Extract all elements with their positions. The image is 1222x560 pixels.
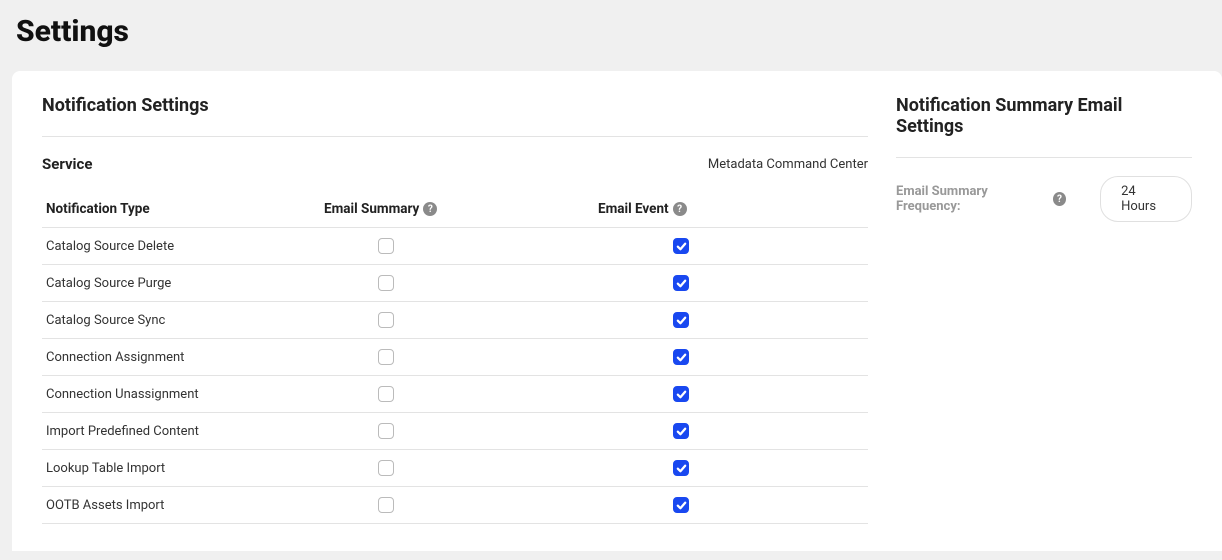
- email-summary-cell: [324, 238, 598, 254]
- email-event-checkbox[interactable]: [673, 460, 689, 476]
- email-event-checkbox[interactable]: [673, 497, 689, 513]
- notification-type-label: Connection Unassignment: [46, 387, 324, 402]
- header-notification-type: Notification Type: [46, 201, 324, 217]
- email-summary-cell: [324, 497, 598, 513]
- email-summary-cell: [324, 386, 598, 402]
- notification-type-label: Catalog Source Delete: [46, 239, 324, 254]
- email-summary-checkbox[interactable]: [378, 460, 394, 476]
- header-email-event: Email Event ?: [598, 201, 864, 217]
- help-icon[interactable]: ?: [423, 202, 437, 216]
- email-summary-cell: [324, 275, 598, 291]
- settings-card: Notification Settings Service Metadata C…: [12, 71, 1222, 551]
- email-summary-checkbox[interactable]: [378, 423, 394, 439]
- frequency-row: Email Summary Frequency: ? 24 Hours: [896, 176, 1192, 222]
- email-summary-cell: [324, 312, 598, 328]
- help-icon[interactable]: ?: [1053, 192, 1066, 206]
- email-event-cell: [598, 386, 864, 402]
- notification-type-label: Connection Assignment: [46, 350, 324, 365]
- summary-email-settings-panel: Notification Summary Email Settings Emai…: [896, 95, 1192, 551]
- header-email-event-label: Email Event: [598, 201, 669, 217]
- summary-email-settings-heading: Notification Summary Email Settings: [896, 95, 1192, 137]
- notification-type-label: Import Predefined Content: [46, 424, 324, 439]
- service-row: Service Metadata Command Center: [42, 155, 868, 173]
- help-icon[interactable]: ?: [673, 202, 687, 216]
- email-event-cell: [598, 312, 864, 328]
- email-event-cell: [598, 275, 864, 291]
- header-email-summary: Email Summary ?: [324, 201, 598, 217]
- email-summary-checkbox[interactable]: [378, 349, 394, 365]
- email-event-checkbox[interactable]: [673, 349, 689, 365]
- email-summary-cell: [324, 349, 598, 365]
- table-body: Catalog Source Delete Catalog Source Purg…: [42, 228, 868, 524]
- table-row: Connection Assignment: [42, 339, 868, 376]
- notification-type-label: Lookup Table Import: [46, 461, 324, 476]
- email-event-checkbox[interactable]: [673, 238, 689, 254]
- divider: [896, 157, 1192, 158]
- email-summary-checkbox[interactable]: [378, 238, 394, 254]
- email-event-checkbox[interactable]: [673, 423, 689, 439]
- frequency-select[interactable]: 24 Hours: [1100, 176, 1192, 222]
- table-row: Catalog Source Delete: [42, 228, 868, 265]
- email-event-cell: [598, 423, 864, 439]
- notification-type-label: Catalog Source Sync: [46, 313, 324, 328]
- frequency-label: Email Summary Frequency:: [896, 184, 1047, 214]
- table-row: Catalog Source Sync: [42, 302, 868, 339]
- table-row: Lookup Table Import: [42, 450, 868, 487]
- email-event-checkbox[interactable]: [673, 275, 689, 291]
- notification-settings-panel: Notification Settings Service Metadata C…: [42, 95, 868, 551]
- email-event-cell: [598, 497, 864, 513]
- email-summary-checkbox[interactable]: [378, 386, 394, 402]
- email-event-cell: [598, 460, 864, 476]
- table-row: Import Predefined Content: [42, 413, 868, 450]
- table-row: Catalog Source Purge: [42, 265, 868, 302]
- header-email-summary-label: Email Summary: [324, 201, 419, 217]
- email-summary-cell: [324, 460, 598, 476]
- email-summary-checkbox[interactable]: [378, 312, 394, 328]
- email-summary-cell: [324, 423, 598, 439]
- notification-settings-heading: Notification Settings: [42, 95, 868, 116]
- email-summary-checkbox[interactable]: [378, 497, 394, 513]
- notification-type-label: Catalog Source Purge: [46, 276, 324, 291]
- email-event-cell: [598, 238, 864, 254]
- service-label: Service: [42, 155, 92, 173]
- page-title: Settings: [0, 0, 1222, 63]
- email-event-cell: [598, 349, 864, 365]
- divider: [42, 136, 868, 137]
- email-event-checkbox[interactable]: [673, 386, 689, 402]
- notification-type-label: OOTB Assets Import: [46, 498, 324, 513]
- table-header: Notification Type Email Summary ? Email …: [42, 191, 868, 228]
- email-event-checkbox[interactable]: [673, 312, 689, 328]
- service-value: Metadata Command Center: [708, 157, 868, 172]
- table-row: Connection Unassignment: [42, 376, 868, 413]
- table-row: OOTB Assets Import: [42, 487, 868, 524]
- email-summary-checkbox[interactable]: [378, 275, 394, 291]
